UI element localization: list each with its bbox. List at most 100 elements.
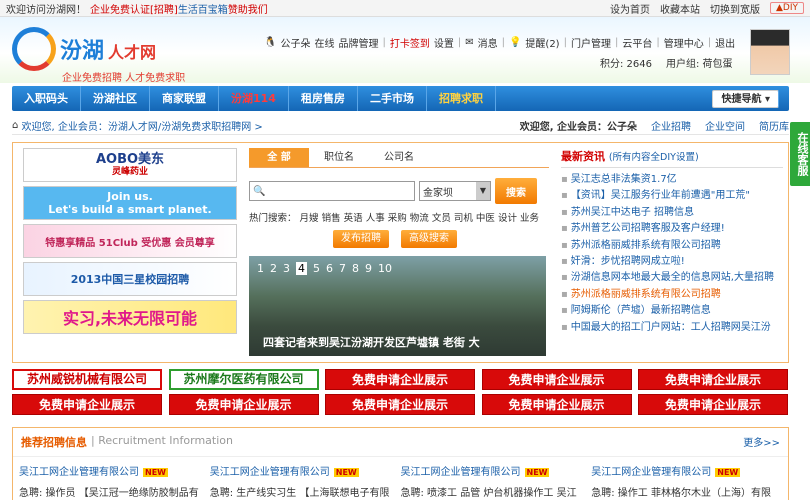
search-input[interactable]: 🔍 [249, 181, 415, 201]
ad-samsung[interactable]: 2013中国三星校园招聘 [23, 262, 237, 296]
slide-number[interactable]: 5 [313, 262, 320, 275]
ent-space-link[interactable]: 企业空间 [705, 118, 745, 133]
recommend-desc[interactable]: 急聘: 生产线实习生 【上海联想电子有限 [210, 484, 401, 499]
tab-company[interactable]: 公司名 [369, 148, 429, 167]
slide-number-active[interactable]: 4 [296, 262, 307, 275]
recommend-company-link[interactable]: 吴江工网企业管理有限公司 [401, 467, 521, 478]
photo-slideshow[interactable]: 1 2 3 4 5 6 7 8 9 10 四套记者来到吴江汾湖开发区芦墟镇 老街… [249, 256, 546, 356]
news-item[interactable]: 苏州普艺公司招聘客服及客户经理! [561, 221, 783, 237]
recommend-company-link[interactable]: 吴江工网企业管理有限公司 [591, 467, 711, 478]
tab-all[interactable]: 全 部 [249, 148, 309, 167]
news-item[interactable]: 【资讯】吴江服务行业年前遭遇"用工荒" [561, 188, 783, 204]
hot-keyword[interactable]: 采购 [388, 213, 407, 224]
nav-item-merchant[interactable]: 商家联盟 [150, 86, 219, 111]
advanced-search-button[interactable]: 高级搜索 [401, 230, 457, 248]
wide-link[interactable]: 切换到宽版 [710, 1, 760, 16]
cloud-link[interactable]: 云平台 [622, 35, 652, 50]
messages-link[interactable]: 消息 [478, 35, 498, 50]
hot-keyword[interactable]: 英语 [344, 213, 363, 224]
slide-number[interactable]: 9 [365, 262, 372, 275]
set-home-link[interactable]: 设为首页 [610, 1, 650, 16]
slide-number[interactable]: 6 [326, 262, 333, 275]
ad-51club[interactable]: 特惠享精品 51Club 受优惠 会员尊享 [23, 224, 237, 258]
hot-keyword[interactable]: 销售 [322, 213, 341, 224]
company-tile[interactable]: 免费申请企业展示 [325, 369, 475, 390]
help-link[interactable]: 赞助我们 [228, 1, 268, 16]
company-tile[interactable]: 免费申请企业展示 [168, 394, 319, 415]
ad-aobo[interactable]: AOBO美东 灵峰药业 [23, 148, 237, 182]
news-item[interactable]: 汾湖信息网本地最大最全的信息网站,大量招聘 [561, 270, 783, 286]
hot-keyword[interactable]: 文员 [432, 213, 451, 224]
recommend-company-link[interactable]: 吴江工网企业管理有限公司 [210, 467, 330, 478]
news-item[interactable]: 中国最大的招工门户网站：工人招聘网吴江汾 [561, 320, 783, 336]
company-tile[interactable]: 免费申请企业展示 [481, 369, 632, 390]
ad-51job[interactable]: 实习,未来无限可能 [23, 300, 237, 334]
tab-position[interactable]: 职位名 [309, 148, 369, 167]
news-item[interactable]: 阿姆斯伦（芦墟）最新招聘信息 [561, 303, 783, 319]
more-link[interactable]: 更多>> [743, 434, 780, 450]
resume-link[interactable]: 简历库 [759, 118, 789, 133]
hot-keyword[interactable]: 月嫂 [300, 213, 319, 224]
hot-keyword[interactable]: 中医 [476, 213, 495, 224]
nav-item-rent[interactable]: 租房售房 [289, 86, 358, 111]
ad-join-us[interactable]: Join us. Let's build a smart planet. [23, 186, 237, 220]
news-item[interactable]: 苏州派格丽威排系统有限公司招聘 [561, 238, 783, 254]
favorite-link[interactable]: 收藏本站 [660, 1, 700, 16]
life-link[interactable]: 生活百宝箱 [178, 1, 228, 16]
hot-keyword[interactable]: 人事 [366, 213, 385, 224]
online-service-tab[interactable]: 在线客服 [790, 122, 810, 186]
recommend-company-link[interactable]: 吴江工网企业管理有限公司 [19, 467, 139, 478]
region-select[interactable]: 金家坝 ▼ [419, 181, 491, 201]
slide-caption[interactable]: 四套记者来到吴江汾湖开发区芦墟镇 老街 大 [263, 334, 480, 350]
nav-item-jobs[interactable]: 招聘求职 [427, 86, 496, 111]
remind-link[interactable]: 提醒(2) [525, 35, 559, 50]
slide-number[interactable]: 8 [352, 262, 359, 275]
news-item[interactable]: 苏州吴江中达电子 招聘信息 [561, 205, 783, 221]
cert-link[interactable]: 企业免费认证[招聘] [90, 1, 178, 16]
usergroup-link[interactable]: 用户组: 荷包蛋 [666, 55, 733, 70]
nav-item-community[interactable]: 汾湖社区 [81, 86, 150, 111]
hot-keyword[interactable]: 设计 [498, 213, 517, 224]
site-logo[interactable]: 汾湖 人才网 [12, 27, 156, 71]
slide-number[interactable]: 10 [378, 262, 392, 275]
portal-link[interactable]: 门户管理 [571, 35, 611, 50]
slide-number[interactable]: 7 [339, 262, 346, 275]
diy-button[interactable]: ▲DIY [769, 2, 804, 14]
quick-nav-button[interactable]: 快捷导航 ▾ [712, 89, 779, 108]
home-icon[interactable]: ⌂ [12, 120, 22, 131]
slide-number[interactable]: 3 [283, 262, 290, 275]
recommend-desc[interactable]: 急聘: 操作员 【吴江冠一绝缘防胶制品有 [19, 484, 210, 499]
hot-keyword[interactable]: 物流 [410, 213, 429, 224]
ent-recruit-link[interactable]: 企业招聘 [651, 118, 691, 133]
company-tile[interactable]: 免费申请企业展示 [12, 394, 162, 415]
checkin-link[interactable]: 打卡签到 [390, 35, 430, 50]
logout-link[interactable]: 退出 [715, 35, 735, 50]
news-item[interactable]: 吴江志总非法集资1.7亿 [561, 172, 783, 188]
company-tile[interactable]: 免费申请企业展示 [638, 369, 788, 390]
post-job-button[interactable]: 发布招聘 [333, 230, 389, 248]
nav-item-114[interactable]: 汾湖114 [219, 86, 289, 111]
hot-keyword[interactable]: 司机 [454, 213, 473, 224]
hot-keyword[interactable]: 业务 [520, 213, 539, 224]
search-button[interactable]: 搜索 [495, 178, 537, 204]
recommend-desc[interactable]: 急聘: 喷漆工 品管 炉台机器操作工 吴江 [401, 484, 592, 499]
news-item[interactable]: 奸滑：步忧招聘网成立啦! [561, 254, 783, 270]
company-tile[interactable]: 免费申请企业展示 [638, 394, 788, 415]
news-item[interactable]: 苏州派格丽威排系统有限公司招聘 [561, 287, 783, 303]
brand-link[interactable]: 品牌管理 [338, 35, 378, 50]
company-tile[interactable]: 苏州摩尔医药有限公司 [168, 369, 319, 390]
avatar[interactable] [750, 29, 790, 75]
slide-number[interactable]: 1 [257, 262, 264, 275]
recommend-desc[interactable]: 急聘: 操作工 菲林格尔木业（上海）有限 [591, 484, 782, 499]
admin-link[interactable]: 管理中心 [664, 35, 704, 50]
slide-number[interactable]: 2 [270, 262, 277, 275]
username-link[interactable]: 公子朵 [280, 35, 310, 50]
company-tile[interactable]: 免费申请企业展示 [481, 394, 632, 415]
hot-label: 热门搜索： [249, 213, 297, 224]
settings-link[interactable]: 设置 [434, 35, 454, 50]
company-tile[interactable]: 免费申请企业展示 [325, 394, 475, 415]
breadcrumb-text[interactable]: 欢迎您, 企业会员：汾湖人才网/汾湖免费求职招聘网 > [22, 118, 263, 133]
nav-item-secondhand[interactable]: 二手市场 [358, 86, 427, 111]
company-tile[interactable]: 苏州威锐机械有限公司 [12, 369, 162, 390]
nav-item-job-dock[interactable]: 入职码头 [12, 86, 81, 111]
